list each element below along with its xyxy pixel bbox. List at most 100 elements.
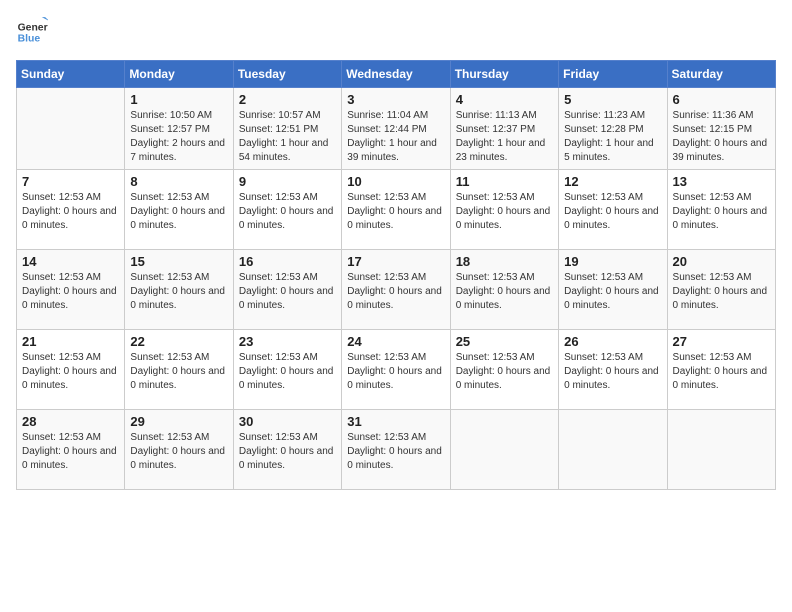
- calendar-cell: 1 Sunrise: 10:50 AM Sunset: 12:57 PM Dayl…: [125, 88, 233, 170]
- day-info: Sunset: 12:53 AM Daylight: 0 hours and 0…: [456, 191, 553, 233]
- calendar-cell: 13 Sunset: 12:53 AM Daylight: 0 hours and…: [667, 170, 775, 250]
- day-number: 31: [347, 414, 444, 429]
- day-info: Sunset: 12:53 AM Daylight: 0 hours and 0…: [564, 271, 661, 313]
- calendar-cell: 27 Sunset: 12:53 AM Daylight: 0 hours and…: [667, 330, 775, 410]
- calendar-cell: 17 Sunset: 12:53 AM Daylight: 0 hours and…: [342, 250, 450, 330]
- calendar-cell: 7 Sunset: 12:53 AM Daylight: 0 hours and …: [17, 170, 125, 250]
- day-number: 1: [130, 92, 227, 107]
- calendar-cell: 23 Sunset: 12:53 AM Daylight: 0 hours and…: [233, 330, 341, 410]
- calendar-cell: 8 Sunset: 12:53 AM Daylight: 0 hours and …: [125, 170, 233, 250]
- calendar-week-row: 7 Sunset: 12:53 AM Daylight: 0 hours and …: [17, 170, 776, 250]
- day-number: 3: [347, 92, 444, 107]
- calendar-cell: 3 Sunrise: 11:04 AM Sunset: 12:44 PM Dayl…: [342, 88, 450, 170]
- calendar-body: 1 Sunrise: 10:50 AM Sunset: 12:57 PM Dayl…: [17, 88, 776, 490]
- day-of-week-header: Sunday: [17, 61, 125, 88]
- day-info: Sunset: 12:53 AM Daylight: 0 hours and 0…: [22, 191, 119, 233]
- calendar-cell: 2Sunrise: 10:57 AM Sunset: 12:51 PM Dayl…: [233, 88, 341, 170]
- calendar-cell: 29 Sunset: 12:53 AM Daylight: 0 hours and…: [125, 410, 233, 490]
- day-of-week-header: Saturday: [667, 61, 775, 88]
- day-number: 13: [673, 174, 770, 189]
- day-of-week-header: Thursday: [450, 61, 558, 88]
- day-number: 16: [239, 254, 336, 269]
- logo: General Blue: [16, 16, 52, 48]
- calendar-cell: 4 Sunrise: 11:13 AM Sunset: 12:37 PM Dayl…: [450, 88, 558, 170]
- calendar-cell: 26Sunset: 12:53 AM Daylight: 0 hours and…: [559, 330, 667, 410]
- calendar-cell: 21Sunset: 12:53 AM Daylight: 0 hours and…: [17, 330, 125, 410]
- svg-text:General: General: [18, 22, 48, 33]
- day-number: 12: [564, 174, 661, 189]
- day-number: 29: [130, 414, 227, 429]
- calendar-table: SundayMondayTuesdayWednesdayThursdayFrid…: [16, 60, 776, 490]
- day-info: Sunset: 12:53 AM Daylight: 0 hours and 0…: [673, 351, 770, 393]
- day-of-week-header: Wednesday: [342, 61, 450, 88]
- calendar-cell: [667, 410, 775, 490]
- day-info: Sunset: 12:53 AM Daylight: 0 hours and 0…: [456, 271, 553, 313]
- day-of-week-header: Tuesday: [233, 61, 341, 88]
- calendar-cell: 11 Sunset: 12:53 AM Daylight: 0 hours and…: [450, 170, 558, 250]
- day-of-week-header: Monday: [125, 61, 233, 88]
- day-number: 25: [456, 334, 553, 349]
- calendar-cell: [450, 410, 558, 490]
- day-info: Sunset: 12:53 AM Daylight: 0 hours and 0…: [22, 431, 119, 473]
- calendar-cell: 5 Sunrise: 11:23 AM Sunset: 12:28 PM Dayl…: [559, 88, 667, 170]
- day-info: Sunset: 12:53 AM Daylight: 0 hours and 0…: [22, 271, 119, 313]
- day-of-week-header: Friday: [559, 61, 667, 88]
- day-number: 11: [456, 174, 553, 189]
- calendar-cell: 28 Sunset: 12:53 AM Daylight: 0 hours and…: [17, 410, 125, 490]
- day-number: 10: [347, 174, 444, 189]
- day-info: Sunset: 12:53 AM Daylight: 0 hours and 0…: [130, 351, 227, 393]
- calendar-cell: 19 Sunset: 12:53 AM Daylight: 0 hours and…: [559, 250, 667, 330]
- day-info: Sunrise: 11:13 AM Sunset: 12:37 PM Dayli…: [456, 109, 553, 165]
- day-number: 8: [130, 174, 227, 189]
- day-number: 27: [673, 334, 770, 349]
- day-number: 30: [239, 414, 336, 429]
- day-info: Sunset: 12:53 AM Daylight: 0 hours and 0…: [22, 351, 119, 393]
- day-info: Sunset: 12:53 AM Daylight: 0 hours and 0…: [673, 191, 770, 233]
- day-number: 5: [564, 92, 661, 107]
- calendar-cell: 30Sunset: 12:53 AM Daylight: 0 hours and…: [233, 410, 341, 490]
- logo-icon: General Blue: [16, 16, 48, 48]
- day-number: 19: [564, 254, 661, 269]
- calendar-week-row: 1 Sunrise: 10:50 AM Sunset: 12:57 PM Dayl…: [17, 88, 776, 170]
- day-info: Sunset: 12:53 AM Daylight: 0 hours and 0…: [564, 191, 661, 233]
- days-of-week-row: SundayMondayTuesdayWednesdayThursdayFrid…: [17, 61, 776, 88]
- calendar-cell: 6 Sunrise: 11:36 AM Sunset: 12:15 PM Dayl…: [667, 88, 775, 170]
- calendar-cell: 16Sunset: 12:53 AM Daylight: 0 hours and…: [233, 250, 341, 330]
- calendar-cell: 20Sunset: 12:53 AM Daylight: 0 hours and…: [667, 250, 775, 330]
- day-number: 17: [347, 254, 444, 269]
- day-number: 18: [456, 254, 553, 269]
- svg-text:Blue: Blue: [18, 34, 41, 45]
- day-info: Sunset: 12:53 AM Daylight: 0 hours and 0…: [130, 271, 227, 313]
- day-info: Sunset: 12:53 AM Daylight: 0 hours and 0…: [130, 191, 227, 233]
- calendar-cell: 14 Sunset: 12:53 AM Daylight: 0 hours and…: [17, 250, 125, 330]
- calendar-week-row: 28 Sunset: 12:53 AM Daylight: 0 hours and…: [17, 410, 776, 490]
- day-info: Sunrise: 11:23 AM Sunset: 12:28 PM Dayli…: [564, 109, 661, 165]
- day-info: Sunrise: 11:36 AM Sunset: 12:15 PM Dayli…: [673, 109, 770, 165]
- calendar-cell: [559, 410, 667, 490]
- day-info: Sunrise: 11:04 AM Sunset: 12:44 PM Dayli…: [347, 109, 444, 165]
- day-info: Sunset: 12:53 AM Daylight: 0 hours and 0…: [347, 351, 444, 393]
- day-number: 6: [673, 92, 770, 107]
- day-number: 28: [22, 414, 119, 429]
- calendar-week-row: 14 Sunset: 12:53 AM Daylight: 0 hours and…: [17, 250, 776, 330]
- day-number: 24: [347, 334, 444, 349]
- day-info: Sunset: 12:53 AM Daylight: 0 hours and 0…: [347, 271, 444, 313]
- day-info: Sunrise: 10:57 AM Sunset: 12:51 PM Dayli…: [239, 109, 336, 165]
- day-info: Sunset: 12:53 AM Daylight: 0 hours and 0…: [239, 191, 336, 233]
- day-number: 14: [22, 254, 119, 269]
- day-info: Sunset: 12:53 AM Daylight: 0 hours and 0…: [130, 431, 227, 473]
- calendar-cell: 22 Sunset: 12:53 AM Daylight: 0 hours and…: [125, 330, 233, 410]
- day-number: 23: [239, 334, 336, 349]
- calendar-cell: 31 Sunset: 12:53 AM Daylight: 0 hours and…: [342, 410, 450, 490]
- calendar-cell: 18 Sunset: 12:53 AM Daylight: 0 hours and…: [450, 250, 558, 330]
- day-number: 20: [673, 254, 770, 269]
- day-number: 4: [456, 92, 553, 107]
- day-number: 26: [564, 334, 661, 349]
- day-number: 7: [22, 174, 119, 189]
- day-info: Sunset: 12:53 AM Daylight: 0 hours and 0…: [239, 351, 336, 393]
- calendar-cell: 9Sunset: 12:53 AM Daylight: 0 hours and …: [233, 170, 341, 250]
- day-info: Sunset: 12:53 AM Daylight: 0 hours and 0…: [347, 431, 444, 473]
- day-number: 22: [130, 334, 227, 349]
- day-info: Sunrise: 10:50 AM Sunset: 12:57 PM Dayli…: [130, 109, 227, 165]
- calendar-cell: 15Sunset: 12:53 AM Daylight: 0 hours and…: [125, 250, 233, 330]
